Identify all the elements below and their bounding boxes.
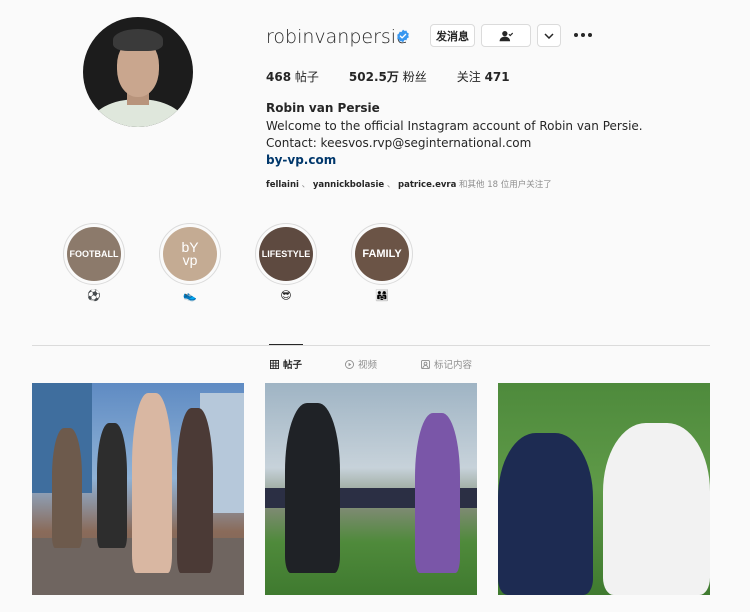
person-shape (52, 428, 82, 548)
avatar-hair-shape (113, 29, 163, 51)
profile-avatar[interactable] (83, 17, 193, 127)
following-count: 471 (484, 70, 510, 84)
highlight-cover: FOOTBALL (67, 227, 121, 281)
separator: 、 (386, 180, 396, 190)
bio-line: Welcome to the official Instagram accoun… (266, 119, 643, 133)
posts-stat[interactable]: 468 帖子 (266, 68, 319, 85)
followers-count: 502.5万 (348, 70, 399, 84)
verified-badge-icon (397, 29, 409, 43)
suggested-dropdown-button[interactable] (537, 24, 561, 47)
tag-icon (421, 359, 430, 369)
chevron-down-icon (544, 32, 554, 39)
tabs-divider (32, 345, 710, 346)
profile-stats: 468 帖子 502.5万 粉丝 关注 471 (266, 68, 540, 85)
person-check-icon (499, 30, 513, 41)
following-stat[interactable]: 关注 471 (457, 68, 510, 85)
followed-by-user[interactable]: patrice.evra (398, 180, 456, 190)
separator: 、 (301, 180, 311, 190)
following-label: 关注 (456, 70, 481, 84)
posts-count: 468 (266, 70, 292, 84)
highlight-title: FAMILY (362, 248, 402, 260)
tab-label: 视频 (358, 360, 378, 371)
person-shape (177, 408, 213, 573)
followed-by-user[interactable]: fellaini (266, 180, 299, 190)
highlight-title: LIFESTYLE (261, 249, 311, 259)
followers-label: 粉丝 (402, 70, 427, 84)
person-shape (132, 393, 172, 573)
followed-by-text[interactable]: fellaini 、 yannickbolasie 、 patrice.evra… (266, 178, 552, 190)
message-button[interactable]: 发消息 (430, 24, 475, 47)
tab-label: 帖子 (283, 360, 303, 371)
highlight-ring: FAMILY (351, 223, 413, 285)
soccer-ball-icon: ⚽ (87, 289, 101, 302)
person-shape (603, 423, 710, 595)
highlight-cover: FAMILY (355, 227, 409, 281)
grid-icon (270, 359, 279, 369)
profile-username: robinvanpersie (266, 26, 408, 48)
highlight-football[interactable]: FOOTBALL ⚽ (63, 223, 125, 303)
more-options-icon[interactable] (574, 28, 592, 42)
highlight-title: FOOTBALL (69, 249, 119, 259)
play-icon (345, 359, 354, 369)
profile-full-name: Robin van Persie (266, 101, 380, 115)
highlight-title: bY vp (181, 239, 199, 268)
followed-by-suffix: 和其他 18 位用户关注了 (459, 180, 552, 190)
highlight-cover: LIFESTYLE (259, 227, 313, 281)
tab-videos[interactable]: 视频 (345, 357, 377, 371)
post-thumbnail[interactable] (498, 383, 710, 595)
highlight-ring: bY vp (159, 223, 221, 285)
bio-contact-line: Contact: keesvos.rvp@seginternational.co… (266, 136, 532, 150)
bio-website-link[interactable]: by-vp.com (266, 153, 336, 167)
sneaker-icon: 👟 (183, 289, 197, 302)
person-shape (498, 433, 593, 595)
following-button[interactable] (481, 24, 531, 47)
active-tab-indicator (269, 344, 303, 345)
highlight-ring: FOOTBALL (63, 223, 125, 285)
followers-stat[interactable]: 502.5万 粉丝 (349, 68, 427, 85)
highlight-family[interactable]: FAMILY 👨‍👩‍👧 (351, 223, 413, 303)
highlight-cover: bY vp (163, 227, 217, 281)
sunglasses-emoji-icon: 😎 (280, 289, 292, 302)
person-shape (415, 413, 460, 573)
highlight-byvp[interactable]: bY vp 👟 (159, 223, 221, 303)
person-shape (97, 423, 127, 548)
post-thumbnail[interactable] (32, 383, 244, 595)
family-emoji-icon: 👨‍👩‍👧 (375, 289, 389, 302)
tab-tagged[interactable]: 标记内容 (421, 357, 472, 371)
posts-label: 帖子 (294, 70, 319, 84)
tab-label: 标记内容 (434, 360, 473, 371)
highlight-ring: LIFESTYLE (255, 223, 317, 285)
tab-posts[interactable]: 帖子 (270, 357, 302, 371)
person-shape (285, 403, 340, 573)
post-thumbnail[interactable] (265, 383, 477, 595)
followed-by-user[interactable]: yannickbolasie (313, 180, 384, 190)
highlight-lifestyle[interactable]: LIFESTYLE 😎 (255, 223, 317, 303)
